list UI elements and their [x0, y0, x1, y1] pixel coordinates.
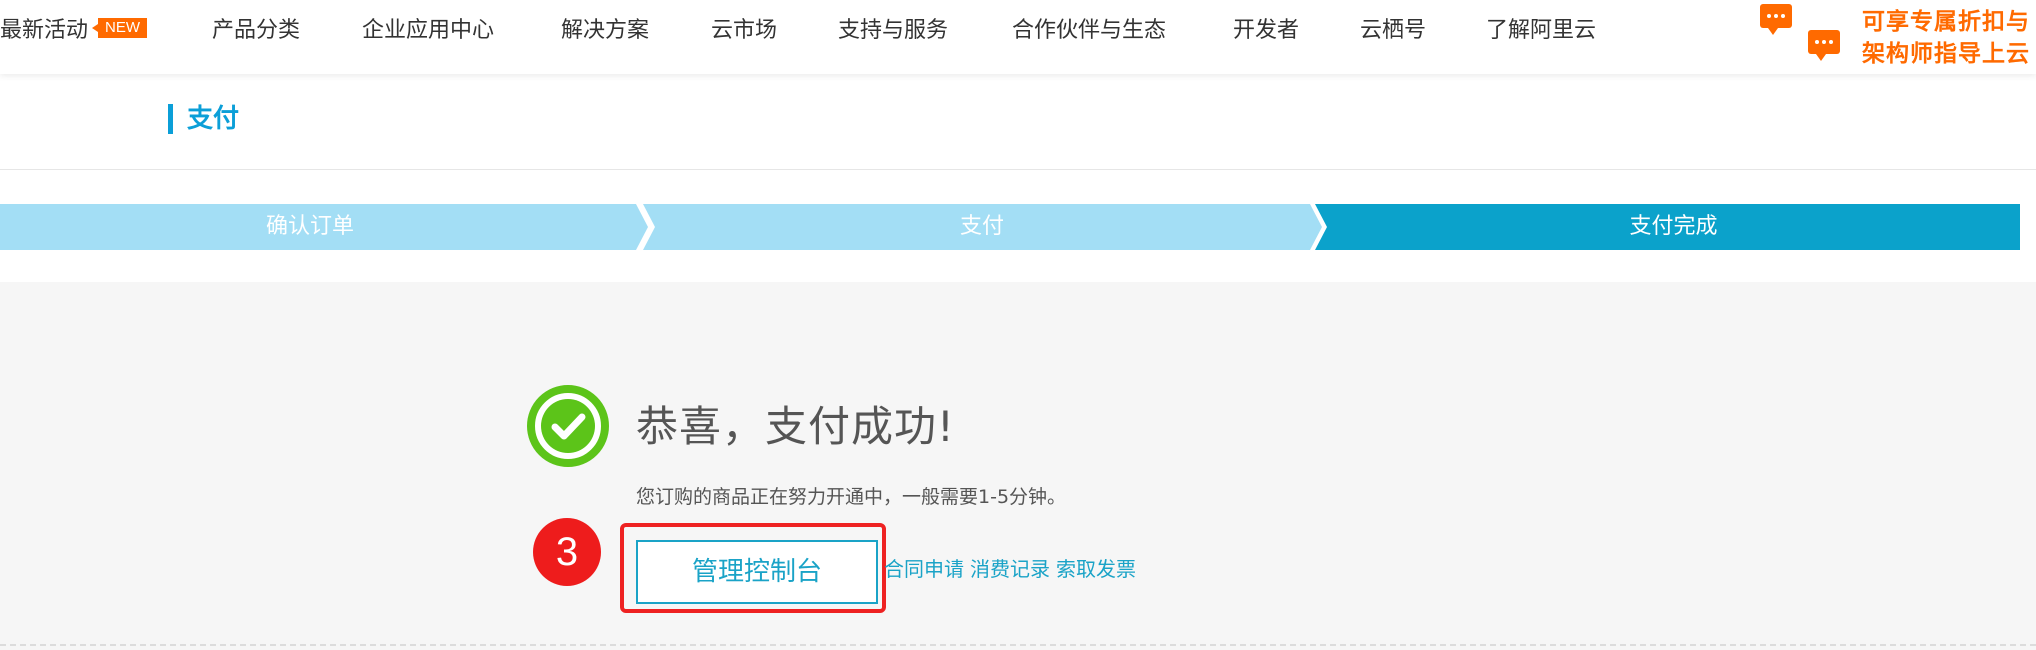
- order-action-links: 合同申请 消费记录 索取发票: [884, 555, 1142, 583]
- annotation-step-number: 3: [533, 518, 601, 586]
- request-invoice-link[interactable]: 索取发票: [1056, 557, 1136, 581]
- nav-item-label: 云市场: [711, 18, 778, 43]
- nav-item-label: 企业应用中心: [362, 18, 495, 43]
- success-description: 您订购的商品正在努力开通中，一般需要1-5分钟。: [636, 486, 1067, 508]
- nav-item-solutions[interactable]: 解决方案: [561, 0, 649, 62]
- nav-item-label: 解决方案: [561, 18, 650, 43]
- page-title: 支付: [168, 104, 239, 134]
- nav-item-about-aliyun[interactable]: 了解阿里云: [1486, 0, 1596, 62]
- new-badge: NEW: [92, 18, 148, 38]
- nav-item-label: 合作伙伴与生态: [1012, 18, 1167, 43]
- nav-item-label: 了解阿里云: [1486, 18, 1597, 43]
- check-circle-icon: [527, 385, 609, 467]
- step-confirm-order: 确认订单: [265, 214, 354, 239]
- nav-item-label: 开发者: [1233, 18, 1300, 43]
- top-navigation-bar: 最新活动 NEW 产品分类 企业应用中心 解决方案 云市场 支持与服务 合作伙伴与…: [0, 0, 2036, 74]
- nav-item-product-categories[interactable]: 产品分类: [212, 0, 300, 62]
- management-console-button[interactable]: 管理控制台: [636, 540, 878, 604]
- nav-item-enterprise-apps[interactable]: 企业应用中心: [362, 0, 494, 62]
- success-panel: [0, 282, 2036, 650]
- chat-bubble-icon: [1808, 30, 1840, 61]
- nav-item-yunqi[interactable]: 云栖号: [1360, 0, 1426, 62]
- nav-item-label: 云栖号: [1360, 18, 1427, 43]
- chat-bubble-icon: [1760, 4, 1792, 35]
- nav-item-label: 支持与服务: [838, 18, 949, 43]
- step-pay: 支付: [959, 214, 1004, 239]
- promo-line-1: 可享专属折扣与: [1862, 9, 2030, 35]
- divider: [0, 169, 2036, 170]
- consumption-records-link[interactable]: 消费记录: [970, 557, 1050, 581]
- nav-item-label: 最新活动: [0, 18, 89, 43]
- contract-application-link[interactable]: 合同申请: [884, 557, 964, 581]
- promo-line-2: 架构师指导上云: [1862, 41, 2030, 67]
- promo-consult-banner[interactable]: 可享专属折扣与 架构师指导上云: [1746, 0, 2036, 74]
- nav-item-latest-activities[interactable]: 最新活动 NEW: [0, 0, 148, 62]
- panel-dashed-border: [0, 644, 2036, 646]
- step-pay-complete: 支付完成: [1629, 214, 1718, 239]
- nav-item-support-services[interactable]: 支持与服务: [838, 0, 948, 62]
- nav-item-developers[interactable]: 开发者: [1233, 0, 1299, 62]
- success-title: 恭喜，支付成功!: [636, 402, 955, 451]
- nav-item-partners-ecosystem[interactable]: 合作伙伴与生态: [1012, 0, 1166, 62]
- nav-item-label: 产品分类: [212, 18, 301, 43]
- nav-item-cloud-market[interactable]: 云市场: [711, 0, 777, 62]
- checkout-progress-steps: 确认订单 支付 支付完成: [0, 204, 2036, 250]
